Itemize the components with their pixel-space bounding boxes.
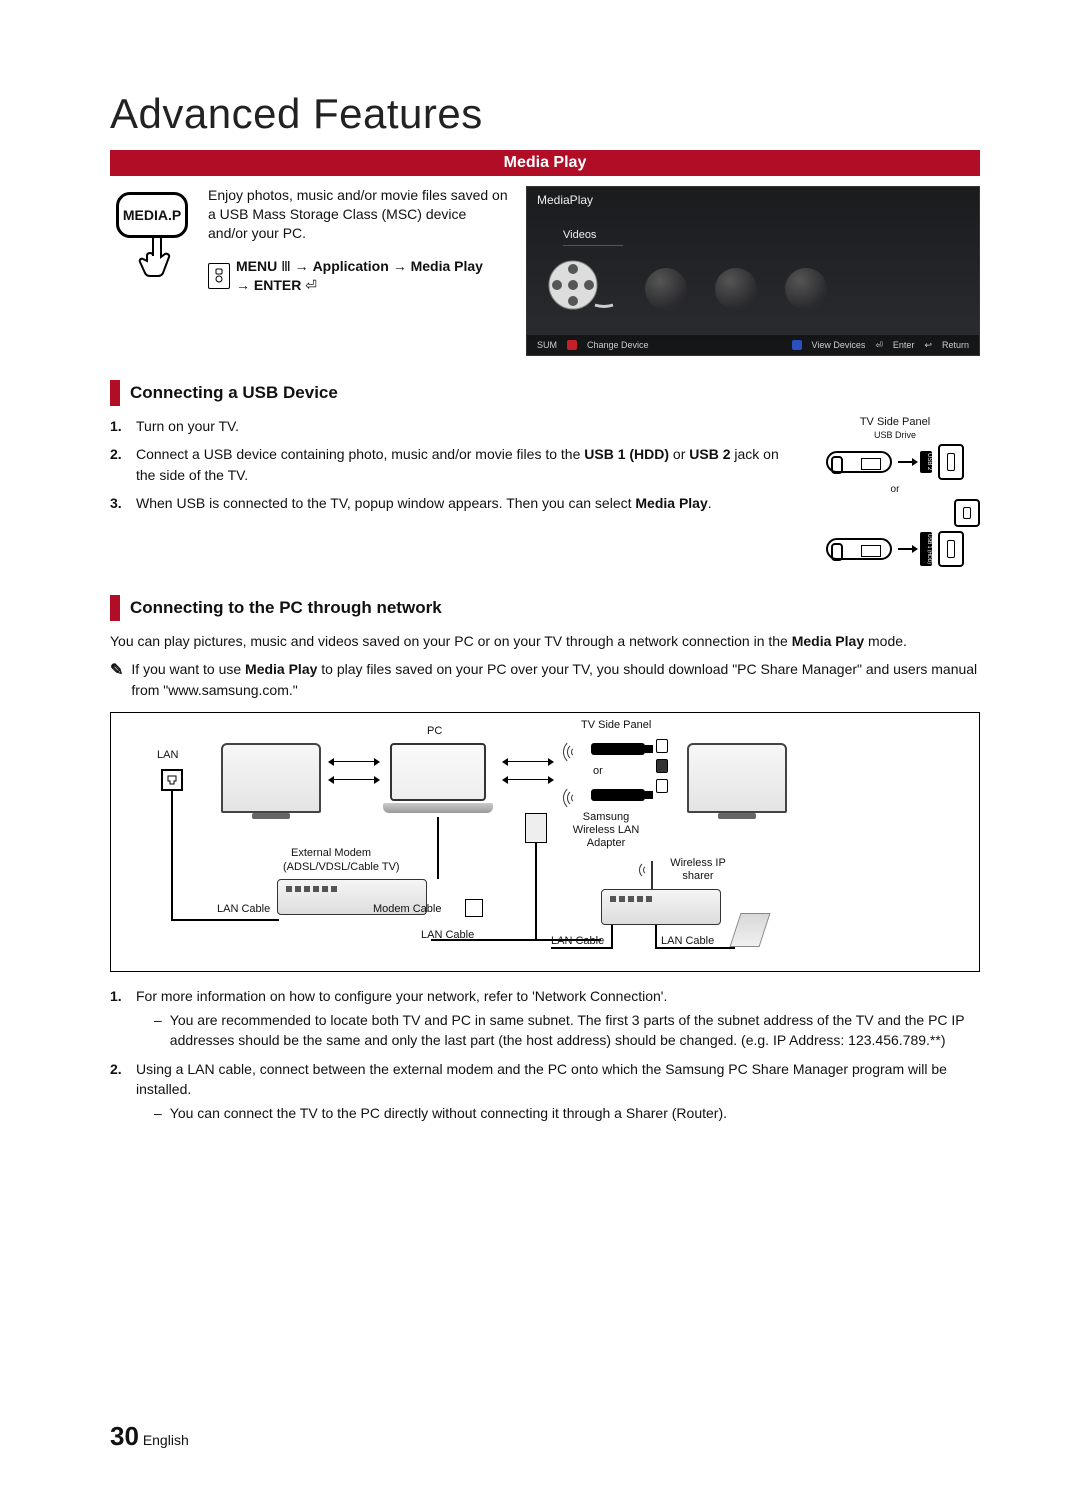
return-hint-label: Return (942, 340, 969, 350)
usb-diagram: TV Side Panel USB Drive USB 2 or USB 1 (… (810, 416, 980, 571)
return-hint-icon: ↩ (924, 340, 932, 351)
intro-text-block: Enjoy photos, music and/or movie files s… (208, 186, 508, 294)
arrow-icon (898, 461, 914, 463)
media-play-header-bar: Media Play (110, 150, 980, 176)
usb-stick-icon-2 (826, 538, 892, 560)
heading-accent-bar-2 (110, 595, 120, 621)
lan-cable-label-4: LAN Cable (661, 935, 714, 947)
settings-category-icon (785, 268, 827, 310)
change-device-label: Change Device (587, 340, 649, 350)
page-number: 30 (110, 1421, 139, 1451)
net-step-2-sub: You can connect the TV to the PC directl… (170, 1103, 727, 1123)
section-heading-usb: Connecting a USB Device (110, 380, 980, 406)
network-diagram: LAN PC TV Side Panel or Samsung Wireless… (110, 712, 980, 972)
film-reel-icon (547, 257, 617, 320)
net-step-1-sub: You are recommended to locate both TV an… (170, 1010, 980, 1051)
sum-indicator: SUM (537, 340, 557, 350)
tv-section-label: Videos (563, 229, 623, 246)
heading-text: Connecting a USB Device (130, 383, 338, 403)
enter-icon: ⏎ (301, 277, 317, 293)
page-language: English (143, 1432, 189, 1448)
net-step-1: For more information on how to configure… (136, 988, 667, 1004)
tv-side-panel-label: TV Side Panel (810, 416, 980, 428)
lan-jack-icon (161, 769, 183, 791)
tv-bottom-bar: SUM Change Device View Devices ⏎ Enter ↩… (527, 335, 979, 355)
wireless-ip-sharer-label: Wireless IP sharer (663, 857, 733, 883)
usb2-port-label: USB 2 (920, 451, 932, 472)
lan-plug-icon (465, 899, 483, 917)
wireless-dongle-icon-1 (591, 743, 645, 755)
network-intro-paragraph: You can play pictures, music and videos … (110, 631, 980, 651)
usb-step-1: Turn on your TV. (136, 416, 239, 436)
heading-text-2: Connecting to the PC through network (130, 598, 442, 618)
red-button-icon (567, 340, 577, 350)
menu-icon: Ⅲ (277, 258, 294, 274)
tv-media-icons-row (547, 257, 959, 320)
remote-illustration: MEDIA.P (110, 186, 190, 282)
view-devices-label: View Devices (812, 340, 866, 350)
intro-paragraph: Enjoy photos, music and/or movie files s… (208, 186, 508, 243)
page-footer: 30 English (110, 1421, 189, 1452)
laptop-icon (383, 743, 493, 815)
lan-cable-label-1: LAN Cable (217, 903, 270, 915)
lan-cable-label-3: LAN Cable (551, 935, 604, 947)
lan-cable-label-2: LAN Cable (421, 929, 474, 941)
tv-icon-right (687, 743, 787, 813)
modem-cable-label: Modem Cable (373, 903, 441, 915)
usb-step-3: When USB is connected to the TV, popup w… (136, 493, 712, 513)
hand-pointer-icon (136, 234, 190, 282)
menu-path-text: MENU Ⅲ → Application → Media Play → ENTE… (236, 257, 483, 295)
tv-side-panel-label-net: TV Side Panel (581, 719, 651, 731)
usb2-port-icon (938, 444, 964, 480)
double-arrow-icon-2 (333, 779, 375, 780)
double-arrow-icon (333, 761, 375, 762)
menu-label: MENU (236, 258, 277, 274)
or-label: or (810, 484, 980, 495)
music-category-icon (645, 268, 687, 310)
remote-osd-icon (208, 263, 230, 289)
note-text: If you want to use Media Play to play fi… (131, 659, 980, 700)
enter-hint-label: Enter (893, 340, 915, 350)
intro-row: MEDIA.P Enjoy photos, music and/or movie… (110, 186, 980, 356)
lan-label: LAN (157, 749, 178, 761)
network-steps-list: 1. For more information on how to config… (110, 986, 980, 1124)
menu-path: MENU Ⅲ → Application → Media Play → ENTE… (208, 257, 508, 295)
heading-accent-bar (110, 380, 120, 406)
double-arrow-icon-4 (507, 779, 549, 780)
or-label-net: or (593, 765, 603, 777)
middle-port-icon (954, 499, 980, 527)
wireless-dongle-icon-2 (591, 789, 645, 801)
antenna-icon (651, 861, 653, 889)
remote-key-mediap: MEDIA.P (116, 192, 188, 238)
usb1-port-label: USB 1 (HDD) (920, 532, 932, 566)
tv-icon-left (221, 743, 321, 813)
note-icon: ✎ (110, 659, 123, 700)
arrow-icon-2 (898, 548, 914, 550)
samsung-adapter-label: Samsung Wireless LAN Adapter (571, 811, 641, 851)
section-heading-network: Connecting to the PC through network (110, 595, 980, 621)
usb-drive-label: USB Drive (810, 430, 980, 440)
usb-stick-icon (826, 451, 892, 473)
wireless-router-icon (601, 889, 721, 925)
tv-usb-ports-icon (655, 739, 669, 793)
usb1-port-icon (938, 531, 964, 567)
net-step-2: Using a LAN cable, connect between the e… (136, 1061, 947, 1097)
wall-plate-icon (729, 913, 770, 947)
note-row: ✎ If you want to use Media Play to play … (110, 659, 980, 700)
usb-steps-list: 1.Turn on your TV. 2. Connect a USB devi… (110, 416, 790, 521)
enter-hint-icon: ⏎ (875, 340, 883, 351)
usb-step-2: Connect a USB device containing photo, m… (136, 444, 790, 485)
photos-category-icon (715, 268, 757, 310)
tv-screenshot: MediaPlay Videos SUM Change Devi (526, 186, 980, 356)
tv-title: MediaPlay (537, 193, 593, 207)
pc-label: PC (427, 725, 442, 737)
page-title: Advanced Features (110, 90, 980, 138)
connector-icon (525, 813, 547, 843)
modem-sub-label: (ADSL/VDSL/Cable TV) (283, 861, 400, 873)
blue-button-icon (792, 340, 802, 350)
double-arrow-icon-3 (507, 761, 549, 762)
external-modem-label: External Modem (291, 847, 371, 859)
